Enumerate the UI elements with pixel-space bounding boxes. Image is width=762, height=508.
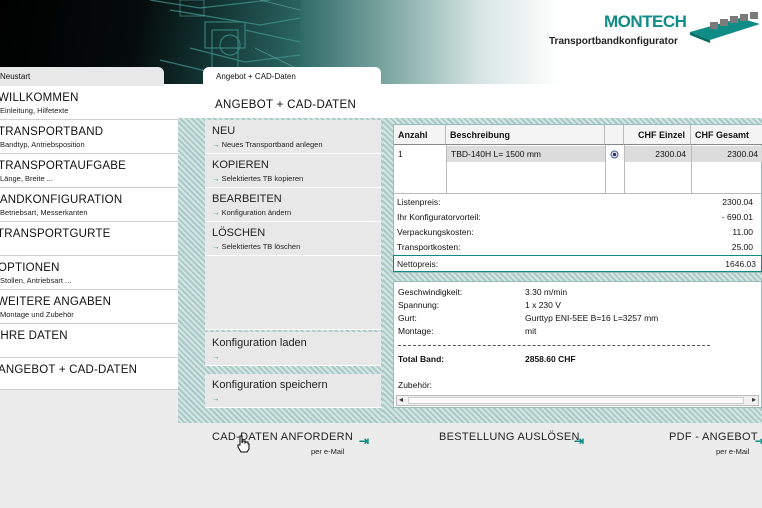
sidebar-nav: WILLKOMMEN Einleitung, Hilfetexte TRANSP… (0, 86, 178, 508)
sidebar-item-title: TRANSPORTAUFGABE (0, 160, 127, 172)
cad-daten-title: CAD-DATEN ANFORDERN (212, 431, 354, 443)
column-header-chf-einzel: CHF Einzel (624, 125, 691, 145)
arrow-icon: → (212, 242, 220, 251)
netto-row: Nettopreis: 1646.03 (393, 255, 762, 272)
brand-logo: MONTECH (604, 12, 687, 31)
sidebar-item-sub: Stollen, Antriebsart ... (0, 276, 72, 285)
summary-verpackungskosten: Verpackungskosten: 11.00 (397, 227, 753, 237)
sidebar-item-ihre-daten[interactable]: IHRE DATEN (0, 324, 178, 358)
netto-label: Nettopreis: (397, 259, 439, 269)
action-konfiguration-speichern[interactable]: Konfiguration speichern → (205, 374, 381, 408)
cad-daten-anfordern-button[interactable]: CAD-DATEN ANFORDERN per e-Mail ⇥ (178, 423, 378, 483)
cad-daten-sub: per e-Mail (311, 447, 345, 456)
radio-icon[interactable] (606, 146, 624, 162)
netto-value: 1646.03 (725, 259, 756, 269)
scroll-left-icon[interactable]: ◂ (399, 395, 403, 404)
action-loeschen[interactable]: LÖSCHEN → Selektiertes TB löschen (205, 222, 381, 256)
action-konfiguration-laden[interactable]: Konfiguration laden → (205, 332, 381, 366)
action-title: Konfiguration laden (212, 337, 307, 349)
pdf-angebot-title: PDF - ANGEBOT (669, 431, 758, 443)
tab-angebot-cad-daten[interactable]: Angebot + CAD-Daten (203, 67, 381, 86)
arrow-icon: → (212, 352, 220, 361)
detail-total-band: Total Band: 2858.60 CHF (398, 354, 576, 364)
action-kopieren[interactable]: KOPIEREN → Selektiertes TB kopieren (205, 154, 381, 188)
action-title: NEU (212, 125, 236, 137)
sidebar-item-optionen[interactable]: OPTIONEN Stollen, Antriebsart ... (0, 256, 178, 290)
bestellung-ausloesen-button[interactable]: BESTELLUNG AUSLÖSEN ⇥ (433, 423, 593, 483)
detail-geschwindigkeit: Geschwindigkeit: 3.30 m/min (398, 287, 568, 297)
action-sub: → Selektiertes TB löschen (212, 242, 301, 251)
pdf-angebot-sub: per e-Mail (716, 447, 750, 456)
detail-zubehoer: Zubehör: (398, 380, 433, 390)
column-header-chf-gesamt: CHF Gesamt (691, 125, 762, 145)
scroll-right-icon[interactable]: ▸ (752, 395, 756, 404)
sidebar-item-transportband[interactable]: TRANSPORTBAND Bandtyp, Antriebsposition (0, 120, 178, 154)
action-sub: → (212, 352, 381, 361)
detail-montage: Montage: mit (398, 326, 537, 336)
enter-arrow-icon: ⇥ (359, 434, 370, 448)
cell-beschreibung: TBD-140H L= 1500 mm (447, 146, 605, 162)
sidebar-item-sub: Betriebsart, Messerkanten (0, 208, 88, 217)
action-sub: → Neues Transportband anlegen (212, 140, 323, 149)
actions-spacer (205, 256, 381, 330)
bottom-actions-bar: CAD-DATEN ANFORDERN per e-Mail ⇥ BESTELL… (178, 423, 762, 508)
enter-arrow-icon: ⇥ (574, 434, 585, 448)
pdf-angebot-button[interactable]: PDF - ANGEBOT per e-Mail ⇥ (648, 423, 762, 483)
tab-neustart[interactable]: Neustart (0, 67, 164, 86)
sidebar-item-title: IHRE DATEN (0, 330, 68, 342)
action-sub: → Selektiertes TB kopieren (212, 174, 304, 183)
sidebar-item-title: ANGEBOT + CAD-DATEN (0, 364, 138, 376)
sidebar-item-title: WEITERE ANGABEN (0, 296, 112, 308)
sidebar-item-title: OPTIONEN (0, 262, 60, 274)
action-sub: → Konfiguration ändern (212, 208, 292, 217)
column-header-select (605, 125, 624, 145)
sidebar-item-transportaufgabe[interactable]: TRANSPORTAUFGABE Länge, Breite ... (0, 154, 178, 188)
action-title: BEARBEITEN (212, 193, 282, 205)
sidebar-item-willkommen[interactable]: WILLKOMMEN Einleitung, Hilfetexte (0, 86, 178, 120)
detail-spannung: Spannung: 1 x 230 V (398, 300, 561, 310)
sidebar-item-title: WILLKOMMEN (0, 92, 79, 104)
action-neu[interactable]: NEU → Neues Transportband anlegen (205, 120, 381, 154)
column-header-beschreibung: Beschreibung (446, 125, 605, 145)
sidebar-item-angebot-cad-daten[interactable]: ANGEBOT + CAD-DATEN (0, 358, 178, 390)
sidebar-item-sub: Bandtyp, Antriebsposition (0, 140, 85, 149)
bestellung-title: BESTELLUNG AUSLÖSEN (439, 431, 580, 443)
details-divider (398, 345, 710, 346)
cell-anzahl: 1 (398, 149, 403, 159)
horizontal-scrollbar[interactable]: ◂ ▸ (396, 395, 759, 406)
cell-chf-gesamt: 2300.04 (692, 146, 762, 162)
sidebar-item-title: TRANSPORTBAND (0, 126, 104, 138)
sidebar-item-sub: Länge, Breite ... (0, 174, 53, 183)
arrow-icon: → (212, 174, 220, 183)
cell-chf-einzel: 2300.04 (625, 146, 691, 162)
arrow-icon: → (212, 394, 220, 403)
detail-gurt: Gurt: Gurttyp ENI-5EE B=16 L=3257 mm (398, 313, 659, 323)
action-title: KOPIEREN (212, 159, 269, 171)
enter-arrow-icon: ⇥ (755, 434, 762, 448)
page-title: ANGEBOT + CAD-DATEN (215, 99, 357, 111)
summary-konfiguratorvorteil: Ihr Konfiguratorvorteil: - 690.01 (397, 212, 753, 222)
action-title: Konfiguration speichern (212, 379, 328, 391)
details-box: Geschwindigkeit: 3.30 m/min Spannung: 1 x … (393, 281, 762, 408)
summary-transportkosten: Transportkosten: 25.00 (397, 242, 753, 252)
hand-cursor-icon (237, 435, 250, 453)
sidebar-item-sub: Montage und Zubehör (0, 310, 74, 319)
conveyor-belt-illustration (690, 12, 760, 43)
action-bearbeiten[interactable]: BEARBEITEN → Konfiguration ändern (205, 188, 381, 222)
sidebar-item-transportgurte[interactable]: TRANSPORTGURTE (0, 222, 178, 256)
action-sub: → (212, 394, 381, 403)
column-header-anzahl: Anzahl (394, 125, 446, 145)
arrow-icon: → (212, 140, 220, 149)
sidebar-item-weitere-angaben[interactable]: WEITERE ANGABEN Montage und Zubehör (0, 290, 178, 324)
action-title: LÖSCHEN (212, 227, 266, 239)
sidebar-item-title: BANDKONFIGURATION (0, 194, 123, 206)
arrow-icon: → (212, 208, 220, 217)
summary-listenpreis: Listenpreis: 2300.04 (397, 197, 753, 207)
sidebar-item-sub: Einleitung, Hilfetexte (0, 106, 69, 115)
scrollbar-thumb[interactable] (408, 397, 744, 404)
sidebar-item-bandkonfiguration[interactable]: BANDKONFIGURATION Betriebsart, Messerkan… (0, 188, 178, 222)
sidebar-item-title: TRANSPORTGURTE (0, 228, 111, 240)
brand-subtitle: Transportbandkonfigurator (549, 36, 678, 47)
table-divider (394, 193, 761, 194)
